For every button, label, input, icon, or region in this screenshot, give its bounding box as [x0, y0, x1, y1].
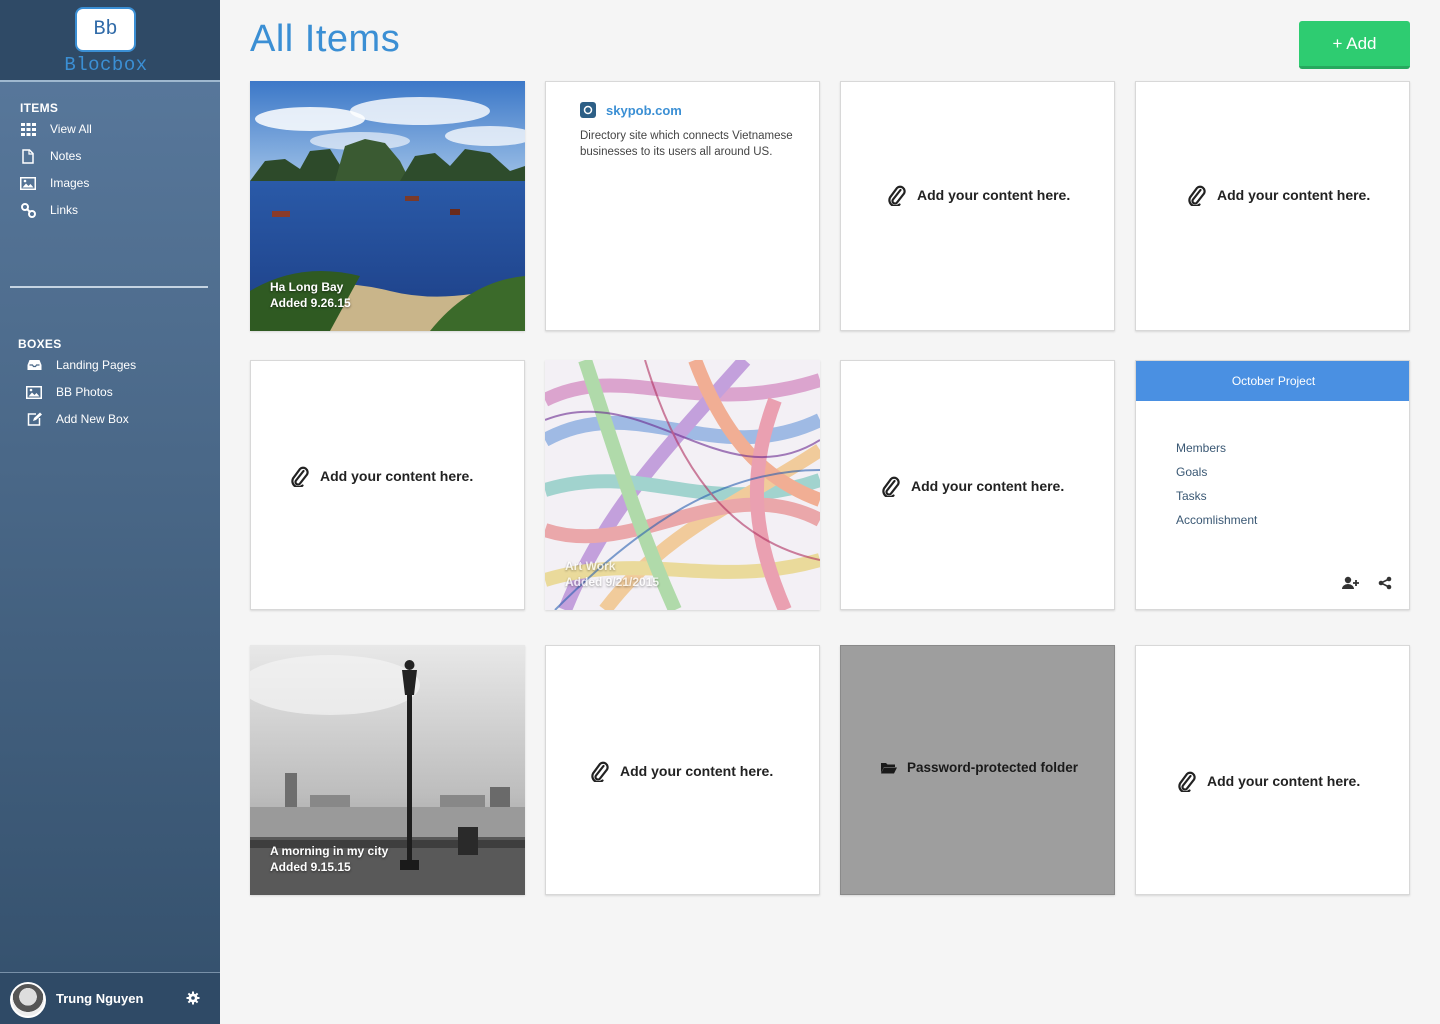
- grid-icon: [20, 121, 36, 137]
- paperclip-icon: [888, 185, 906, 206]
- sidebar: Bb Blocbox ITEMS View All Notes Images L…: [0, 0, 220, 1024]
- sidebar-item-images[interactable]: Images: [20, 173, 89, 193]
- sidebar-divider: [10, 286, 208, 288]
- user-bar: Trung Nguyen: [0, 972, 220, 1024]
- link-icon: [20, 202, 36, 218]
- document-icon: [20, 148, 36, 164]
- box-link-members[interactable]: Members: [1176, 441, 1226, 455]
- box-link-tasks[interactable]: Tasks: [1176, 489, 1207, 503]
- placeholder-text: Add your content here.: [1207, 773, 1361, 789]
- box-card-october-project[interactable]: October Project Members Goals Tasks Acco…: [1135, 360, 1410, 610]
- logo-name[interactable]: Blocbox: [56, 54, 156, 76]
- page-title: All Items: [250, 18, 401, 60]
- edit-icon: [26, 411, 42, 427]
- paperclip-icon: [1178, 771, 1196, 792]
- paperclip-icon: [1188, 185, 1206, 206]
- items-heading: ITEMS: [20, 101, 59, 115]
- paperclip-icon: [591, 761, 609, 782]
- image-card-ha-long-bay[interactable]: Ha Long Bay Added 9.26.15: [250, 81, 525, 331]
- image-icon: [20, 175, 36, 191]
- sidebar-box-bb-photos[interactable]: BB Photos: [26, 382, 113, 402]
- box-title[interactable]: October Project: [1136, 361, 1409, 401]
- sidebar-item-label: View All: [50, 122, 92, 136]
- avatar[interactable]: [10, 982, 46, 1018]
- logo-mark[interactable]: Bb: [75, 7, 136, 52]
- image-icon: [26, 384, 42, 400]
- sidebar-item-label: Notes: [50, 149, 82, 163]
- paperclip-icon: [882, 476, 900, 497]
- image-date: Added 9.26.15: [270, 296, 351, 310]
- add-user-icon[interactable]: [1342, 576, 1360, 590]
- password-folder-card[interactable]: Password-protected folder: [840, 645, 1115, 895]
- image-card-morning[interactable]: A morning in my city Added 9.15.15: [250, 645, 525, 895]
- sidebar-item-label: Images: [50, 176, 90, 190]
- placeholder-text: Add your content here.: [1217, 187, 1371, 203]
- image-card-art-work[interactable]: Art Work Added 9/21/2015: [545, 360, 820, 610]
- sidebar-box-add-new[interactable]: Add New Box: [26, 409, 129, 429]
- link-description: Directory site which connects Vietnamese…: [580, 130, 793, 158]
- placeholder-text: Add your content here.: [911, 478, 1065, 494]
- share-icon[interactable]: [1378, 576, 1396, 590]
- image-title: A morning in my city: [270, 844, 389, 858]
- image-date: Added 9.15.15: [270, 860, 351, 874]
- sidebar-item-label: Links: [50, 203, 79, 217]
- image-title: Art Work: [565, 559, 616, 573]
- placeholder-text: Add your content here.: [320, 468, 474, 484]
- empty-card[interactable]: Add your content here.: [840, 360, 1115, 610]
- box-link-accomlishment[interactable]: Accomlishment: [1176, 513, 1257, 527]
- site-favicon-icon: [580, 102, 596, 118]
- box-link-goals[interactable]: Goals: [1176, 465, 1207, 479]
- sidebar-box-landing-pages[interactable]: Landing Pages: [26, 355, 136, 375]
- folder-label: Password-protected folder: [907, 760, 1079, 775]
- inbox-icon: [26, 357, 42, 373]
- user-name[interactable]: Trung Nguyen: [56, 991, 143, 1006]
- logo-area[interactable]: Bb Blocbox: [0, 0, 220, 80]
- sidebar-item-notes[interactable]: Notes: [20, 146, 81, 166]
- image-title: Ha Long Bay: [270, 280, 344, 294]
- logo-divider: [0, 80, 220, 82]
- paperclip-icon: [291, 466, 309, 487]
- image-date: Added 9/21/2015: [565, 575, 660, 589]
- sidebar-box-label: Landing Pages: [56, 358, 137, 372]
- gear-icon[interactable]: [186, 991, 202, 1007]
- empty-card[interactable]: Add your content here.: [250, 360, 525, 610]
- empty-card[interactable]: Add your content here.: [545, 645, 820, 895]
- placeholder-text: Add your content here.: [620, 763, 774, 779]
- sidebar-item-view-all[interactable]: View All: [20, 119, 92, 139]
- placeholder-text: Add your content here.: [917, 187, 1071, 203]
- add-button[interactable]: + Add: [1299, 21, 1410, 69]
- sidebar-box-label: Add New Box: [56, 412, 129, 426]
- empty-card[interactable]: Add your content here.: [840, 81, 1115, 331]
- sidebar-box-label: BB Photos: [56, 385, 113, 399]
- sidebar-item-links[interactable]: Links: [20, 200, 78, 220]
- boxes-heading: BOXES: [18, 337, 62, 351]
- link-title[interactable]: skypob.com: [606, 103, 682, 118]
- empty-card[interactable]: Add your content here.: [1135, 81, 1410, 331]
- empty-card[interactable]: Add your content here.: [1135, 645, 1410, 895]
- link-card-skypob[interactable]: skypob.com Directory site which connects…: [545, 81, 820, 331]
- folder-icon: [881, 762, 897, 773]
